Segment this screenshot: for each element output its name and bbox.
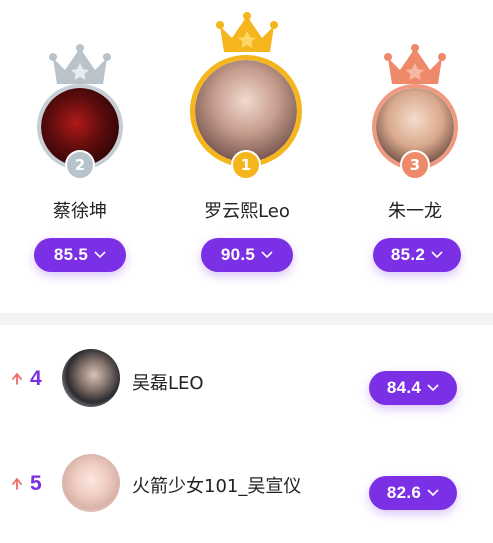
score-button[interactable]: 84.4 (369, 371, 457, 405)
list-name: 吴磊LEO (132, 373, 204, 394)
chevron-down-icon (94, 251, 106, 259)
rank-badge: 1 (231, 150, 261, 180)
arrow-up-icon (12, 373, 22, 385)
score-button[interactable]: 85.2 (373, 238, 461, 272)
podium-name: 朱一龙 (388, 201, 442, 222)
rank-badge: 3 (400, 150, 430, 180)
podium-item-1st[interactable]: 1 罗云熙Leo 90.5 (172, 0, 322, 290)
score-value: 84.4 (386, 378, 422, 397)
crown-icon (216, 12, 278, 52)
score-button[interactable]: 82.6 (369, 476, 457, 510)
score-value: 85.5 (53, 245, 89, 264)
podium-item-2nd[interactable]: 2 蔡徐坤 85.5 (5, 0, 155, 290)
list-name: 火箭少女101_吴宣仪 (132, 476, 302, 497)
rank-number: 5 (30, 472, 42, 495)
podium-name: 罗云熙Leo (204, 201, 290, 222)
chevron-down-icon (431, 251, 443, 259)
score-value: 90.5 (220, 245, 256, 264)
chevron-down-icon (261, 251, 273, 259)
score-button[interactable]: 90.5 (201, 238, 293, 272)
score-value: 85.2 (390, 245, 426, 264)
list-item[interactable]: 5 火箭少女101_吴宣仪 82.6 (0, 450, 493, 520)
avatar (62, 454, 120, 512)
score-value: 82.6 (386, 483, 422, 502)
chevron-down-icon (427, 384, 439, 392)
podium-item-3rd[interactable]: 3 朱一龙 85.2 (340, 0, 490, 290)
rank-badge: 2 (65, 150, 95, 180)
podium-name: 蔡徐坤 (53, 201, 107, 222)
avatar (62, 349, 120, 407)
rank-number: 4 (30, 367, 42, 390)
list-item[interactable]: 4 吴磊LEO 84.4 (0, 345, 493, 415)
score-button[interactable]: 85.5 (34, 238, 126, 272)
chevron-down-icon (427, 489, 439, 497)
section-divider (0, 313, 493, 325)
arrow-up-icon (12, 478, 22, 490)
